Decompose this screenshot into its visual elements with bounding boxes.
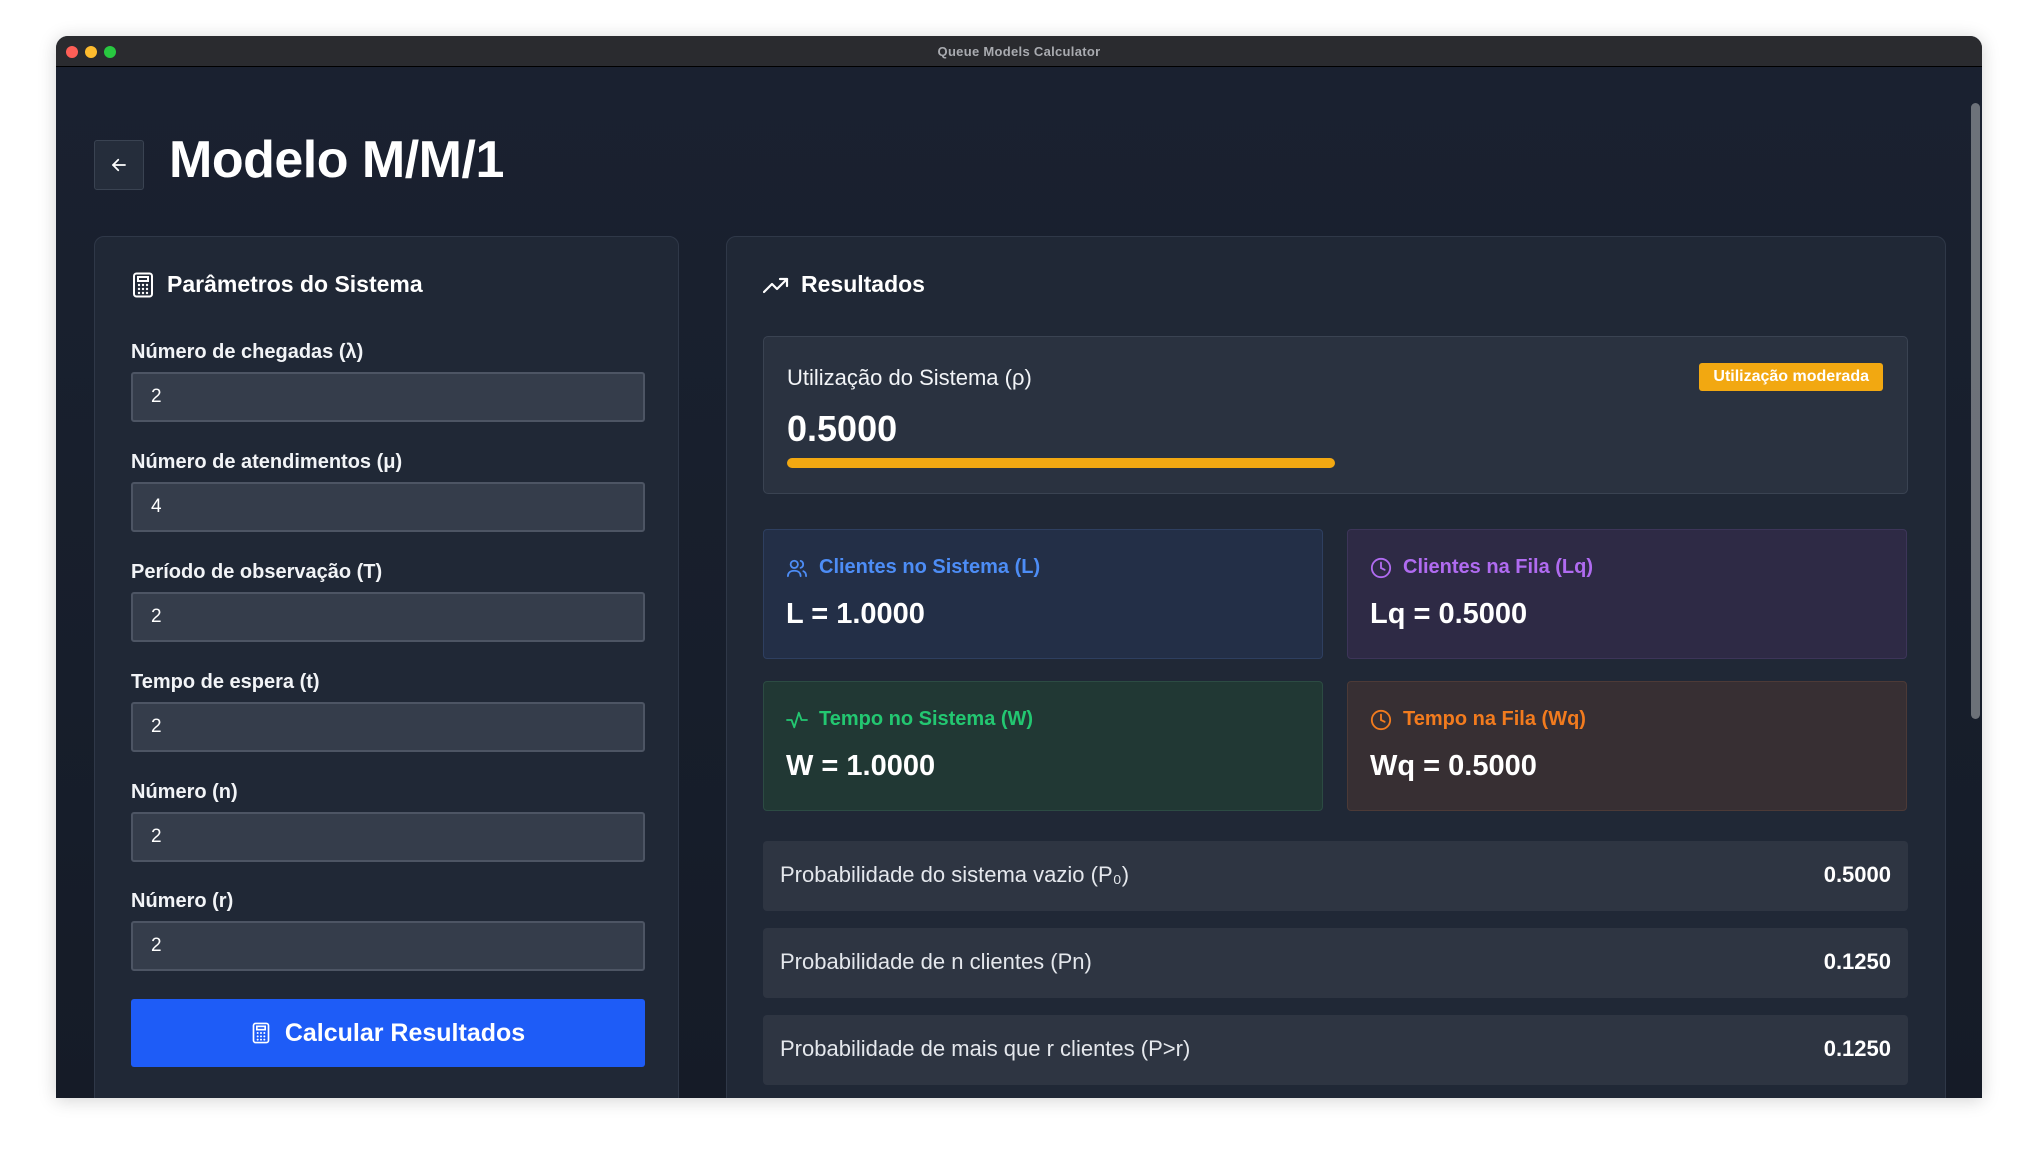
utilization-card: Utilização do Sistema (ρ) Utilização mod… xyxy=(763,336,1908,494)
probability-label: Probabilidade de mais que r clientes (P>… xyxy=(780,1036,1191,1061)
parameters-title: Parâmetros do Sistema xyxy=(167,271,423,297)
arrow-left-icon xyxy=(110,156,128,174)
services-label: Número de atendimentos (μ) xyxy=(131,451,403,473)
observation-period-label: Período de observação (T) xyxy=(131,561,383,583)
metric-l-label: Clientes no Sistema (L) xyxy=(819,556,1041,578)
utilization-progress-fill xyxy=(787,458,1335,468)
clock-icon xyxy=(1370,709,1392,731)
parameters-panel: Parâmetros do Sistema Número de chegadas… xyxy=(94,236,679,1098)
number-r-label: Número (r) xyxy=(131,890,234,912)
calculate-button[interactable]: Calcular Resultados xyxy=(131,999,645,1067)
results-header: Resultados xyxy=(763,271,925,298)
probability-value: 0.1250 xyxy=(1823,1036,1891,1061)
utilization-badge: Utilização moderada xyxy=(1699,363,1883,391)
probability-row: Probabilidade de mais que r clientes (P>… xyxy=(763,1015,1908,1085)
metric-wq-value: Wq = 0.5000 xyxy=(1370,750,1537,782)
metric-w-value: W = 1.0000 xyxy=(786,750,936,782)
activity-icon xyxy=(786,710,808,730)
metric-card-lq: Clientes na Fila (Lq) Lq = 0.5000 xyxy=(1347,529,1907,659)
main-content: Modelo M/M/1 Parâmetros do Sistema Númer… xyxy=(56,67,1982,1098)
calculate-button-label: Calcular Resultados xyxy=(284,1018,526,1047)
trending-up-icon xyxy=(763,275,789,295)
services-input[interactable]: 4 xyxy=(131,482,645,532)
probability-row: Probabilidade de n clientes (Pn) 0.1250 xyxy=(763,928,1908,998)
number-n-input[interactable]: 2 xyxy=(131,812,645,862)
arrivals-label: Número de chegadas (λ) xyxy=(131,341,364,363)
users-icon xyxy=(786,558,808,578)
probability-value: 0.1250 xyxy=(1823,949,1891,974)
scrollbar[interactable] xyxy=(1971,103,1980,719)
parameters-header: Parâmetros do Sistema xyxy=(131,271,423,298)
probability-label: Probabilidade do sistema vazio (P₀) xyxy=(780,862,1130,887)
app-window: Queue Models Calculator Modelo M/M/1 Par… xyxy=(56,36,1982,1098)
page-title: Modelo M/M/1 xyxy=(169,131,504,189)
utilization-value: 0.5000 xyxy=(787,408,898,449)
metric-card-w: Tempo no Sistema (W) W = 1.0000 xyxy=(763,681,1323,811)
wait-time-label: Tempo de espera (t) xyxy=(131,671,320,693)
metric-lq-value: Lq = 0.5000 xyxy=(1370,598,1528,630)
metric-wq-label: Tempo na Fila (Wq) xyxy=(1403,708,1586,730)
probability-label: Probabilidade de n clientes (Pn) xyxy=(780,949,1092,974)
utilization-progress-bar xyxy=(787,458,1883,468)
clock-icon xyxy=(1370,557,1392,579)
calculator-icon xyxy=(251,1022,271,1044)
metric-l-value: L = 1.0000 xyxy=(786,598,925,630)
results-panel: Resultados Utilização do Sistema (ρ) Uti… xyxy=(726,236,1946,1098)
probability-value: 0.5000 xyxy=(1823,862,1891,887)
number-n-label: Número (n) xyxy=(131,781,238,803)
metric-card-l: Clientes no Sistema (L) L = 1.0000 xyxy=(763,529,1323,659)
wait-time-input[interactable]: 2 xyxy=(131,702,645,752)
arrivals-input[interactable]: 2 xyxy=(131,372,645,422)
observation-period-input[interactable]: 2 xyxy=(131,592,645,642)
metric-lq-label: Clientes na Fila (Lq) xyxy=(1403,556,1594,578)
metric-card-wq: Tempo na Fila (Wq) Wq = 0.5000 xyxy=(1347,681,1907,811)
utilization-label: Utilização do Sistema (ρ) xyxy=(787,365,1032,390)
window-title: Queue Models Calculator xyxy=(937,44,1101,59)
results-title: Resultados xyxy=(801,271,925,297)
number-r-input[interactable]: 2 xyxy=(131,921,645,971)
title-bar: Queue Models Calculator xyxy=(56,36,1982,67)
probability-row: Probabilidade do sistema vazio (P₀) 0.50… xyxy=(763,841,1908,911)
metric-w-label: Tempo no Sistema (W) xyxy=(819,708,1034,730)
back-button[interactable] xyxy=(94,140,144,190)
calculator-icon xyxy=(131,272,155,298)
